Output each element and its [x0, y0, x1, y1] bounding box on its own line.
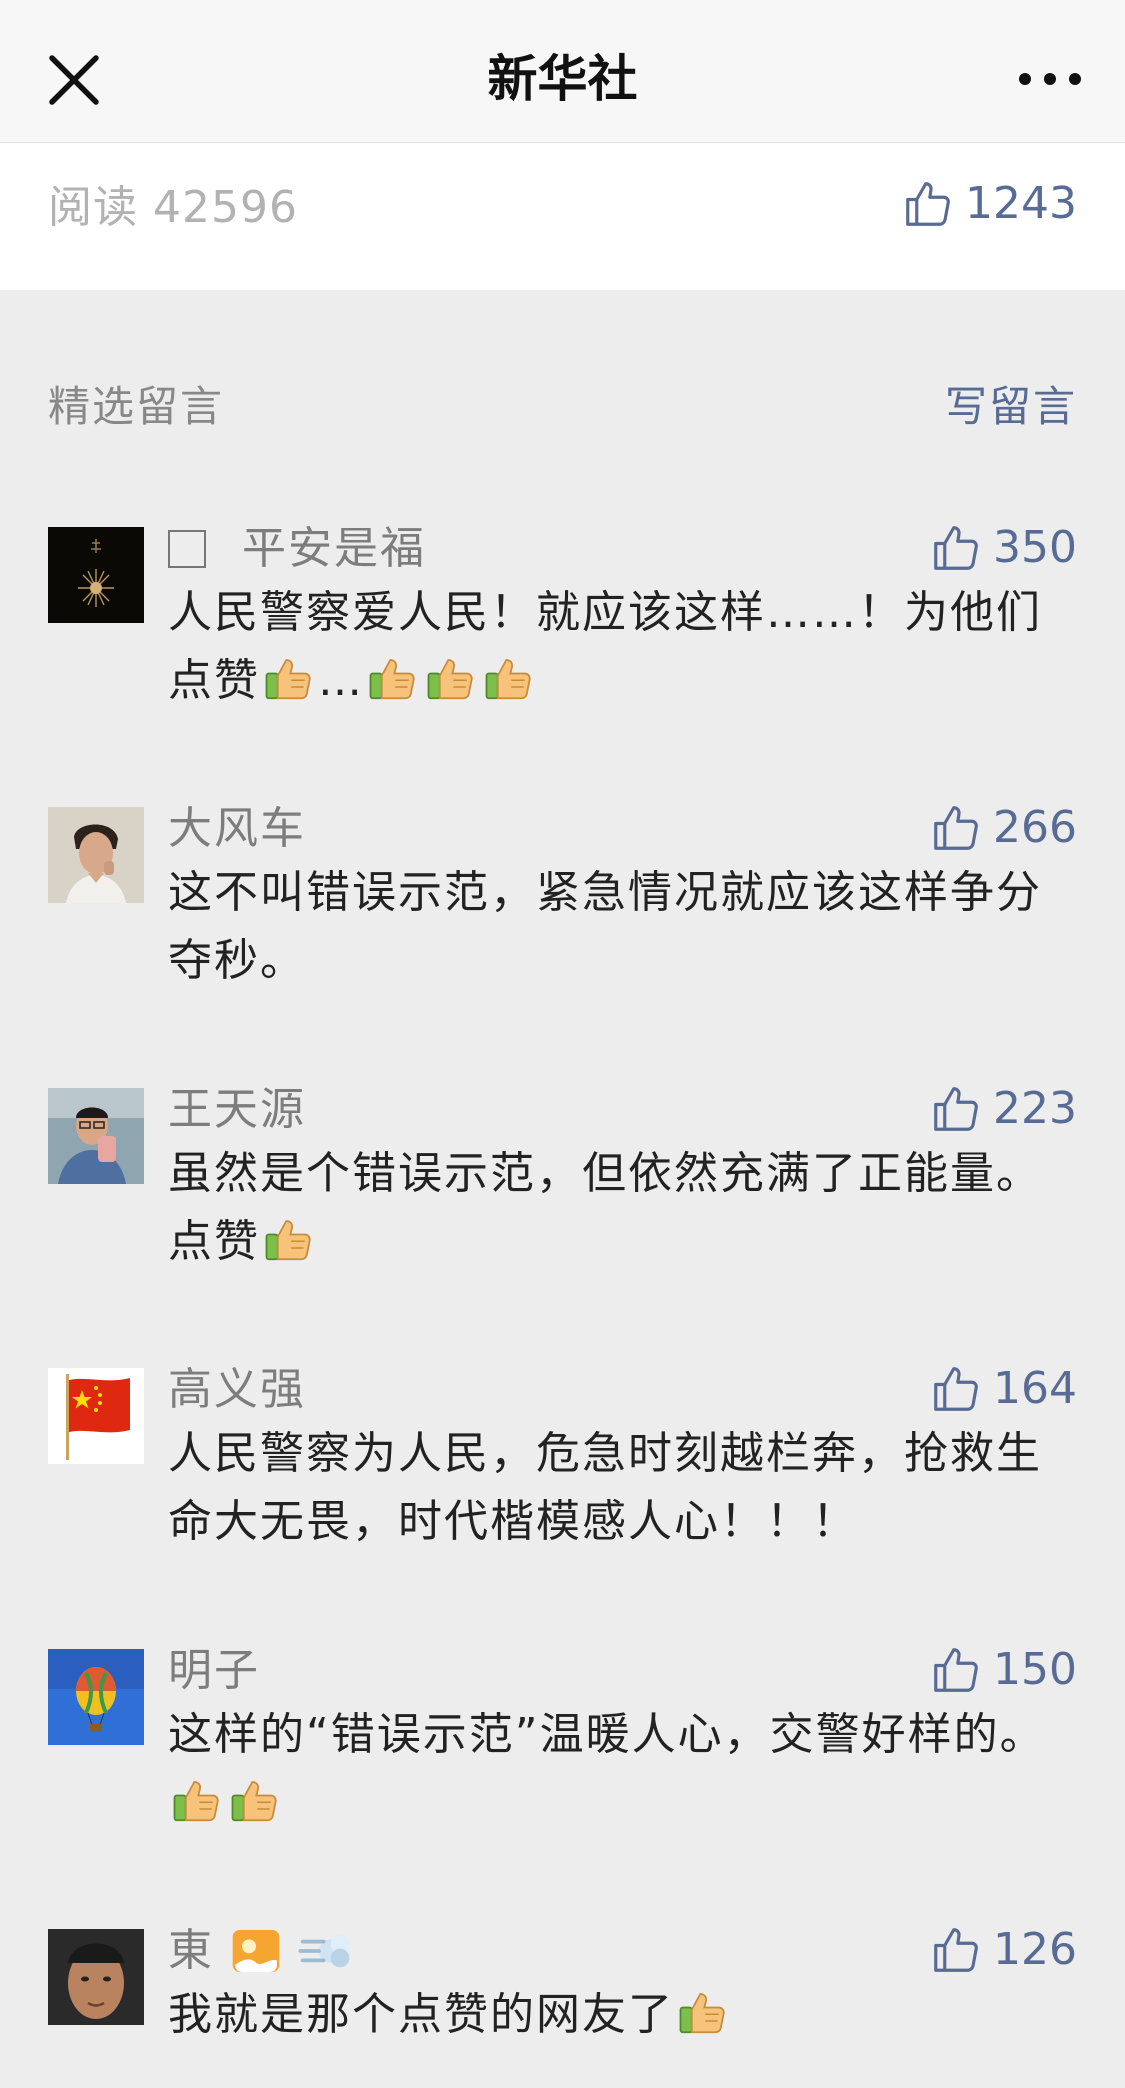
like-icon: [929, 521, 983, 575]
comment-author[interactable]: 平安是福: [168, 521, 426, 577]
like-icon: [929, 801, 983, 855]
comment-like-button[interactable]: 350: [929, 519, 1077, 577]
comment-like-count: 266: [993, 802, 1077, 853]
unsupported-emoji-icon: [168, 530, 206, 568]
comment-author-name: 王天源: [168, 1084, 306, 1135]
comment-like-button[interactable]: 164: [929, 1360, 1077, 1418]
article-like-count: 1243: [965, 178, 1077, 229]
comment-like-count: 126: [993, 1924, 1077, 1975]
like-icon: [929, 1923, 983, 1977]
comment-author-name: 高义强: [168, 1364, 306, 1415]
navigation-bar: 新华社: [0, 0, 1125, 143]
more-button[interactable]: [1015, 62, 1085, 96]
comment-like-count: 164: [993, 1363, 1077, 1414]
sunset-picture-icon: [228, 1923, 284, 1979]
page-title: 新华社: [487, 50, 638, 108]
comment-text: 我就是那个点赞的网友了: [168, 1981, 1048, 2049]
avatar[interactable]: [48, 527, 144, 623]
thumbs-up-icon: [366, 651, 420, 705]
thumbs-up-icon: [676, 1985, 730, 2039]
comment-text-main: 这样的“错误示范”温暖人心，交警好样的。: [168, 1709, 1046, 1760]
comment-author[interactable]: 王天源: [168, 1082, 306, 1138]
comment-like-button[interactable]: 126: [929, 1921, 1077, 1979]
comment-like-button[interactable]: 266: [929, 799, 1077, 857]
comment-text: 人民警察为人民，危急时刻越栏奔，抢救生命大无畏，时代楷模感人心！！！: [168, 1428, 1042, 1547]
comment-author-name: 明子: [168, 1645, 260, 1696]
thumbs-up-icon: [262, 651, 316, 705]
comment-text: 虽然是个错误示范，但依然充满了正能量。点赞: [168, 1140, 1048, 1276]
avatar[interactable]: [48, 807, 144, 903]
comment-author-name: 平安是福: [242, 523, 426, 574]
article-like-button[interactable]: 1243: [901, 175, 1077, 233]
like-icon: [929, 1643, 983, 1697]
comment-text-ellipsis: …: [318, 655, 364, 706]
comment-author[interactable]: 大风车: [168, 801, 306, 857]
comments-section-title: 精选留言: [48, 382, 225, 431]
comment-author-name: 東: [168, 1925, 214, 1976]
dash-icon: [298, 1923, 354, 1979]
article-stats-bar: 阅读 42596 1243: [0, 143, 1125, 290]
comment-text: 这样的“错误示范”温暖人心，交警好样的。: [168, 1701, 1048, 1837]
thumbs-up-icon: [170, 1773, 224, 1827]
comment-text-main: 我就是那个点赞的网友了: [168, 1989, 674, 2040]
avatar[interactable]: [48, 1649, 144, 1745]
comment-like-button[interactable]: 150: [929, 1641, 1077, 1699]
avatar[interactable]: [48, 1368, 144, 1464]
avatar[interactable]: [48, 1088, 144, 1184]
comment-like-count: 150: [993, 1644, 1077, 1695]
close-button[interactable]: [44, 50, 104, 110]
comment-like-count: 350: [993, 522, 1077, 573]
like-icon: [929, 1362, 983, 1416]
like-icon: [929, 1082, 983, 1136]
thumbs-up-icon: [482, 651, 536, 705]
comment-author[interactable]: 東: [168, 1923, 354, 1979]
comment-author-name: 大风车: [168, 803, 306, 854]
comment-like-count: 223: [993, 1083, 1077, 1134]
thumbs-up-icon: [424, 651, 478, 705]
comment-author[interactable]: 明子: [168, 1643, 260, 1699]
read-count: 阅读 42596: [48, 182, 298, 233]
close-icon: [49, 55, 99, 105]
thumbs-up-icon: [228, 1773, 282, 1827]
write-comment-button[interactable]: 写留言: [945, 378, 1077, 436]
comments-header: 精选留言 写留言: [0, 378, 1125, 438]
like-icon: [901, 177, 955, 231]
comment-author[interactable]: 高义强: [168, 1362, 306, 1418]
comment-text: 这不叫错误示范，紧急情况就应该这样争分夺秒。: [168, 867, 1042, 986]
avatar[interactable]: [48, 1929, 144, 2025]
comment-like-button[interactable]: 223: [929, 1080, 1077, 1138]
thumbs-up-icon: [262, 1212, 316, 1266]
comment-text: 人民警察爱人民！就应该这样……！为他们点赞…: [168, 579, 1048, 715]
more-icon: [1019, 73, 1081, 85]
